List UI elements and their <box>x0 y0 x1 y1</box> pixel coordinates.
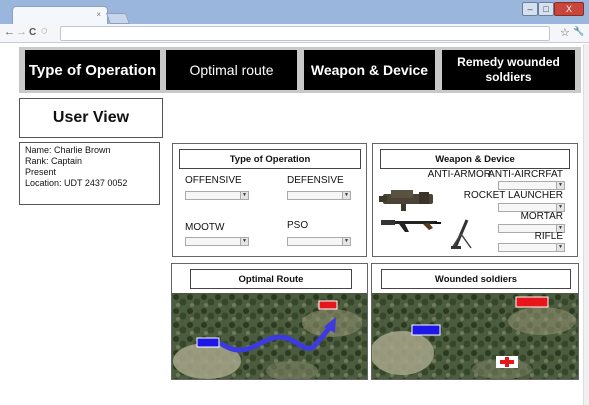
optimal-route-title: Optimal Route <box>190 269 352 289</box>
user-status: Present <box>25 167 57 177</box>
rifle-label: RIFLE <box>534 231 563 242</box>
address-bar[interactable] <box>60 26 550 41</box>
wounded-soldiers-panel: Wounded soldiers <box>371 263 579 380</box>
chevron-down-icon: ▼ <box>240 238 248 245</box>
mootw-label: MOOTW <box>185 222 225 233</box>
rifle-icon <box>381 220 441 232</box>
anti-armor-label: ANTI-ARMOR <box>427 169 491 180</box>
left-edge <box>0 44 15 405</box>
chevron-down-icon: ▼ <box>556 244 564 251</box>
mortar-icon <box>451 219 472 249</box>
type-of-operation-panel: Type of Operation OFFENSIVE ▼ DEFENSIVE … <box>172 143 367 257</box>
nav-type-of-operation[interactable]: Type of Operation <box>25 50 160 90</box>
anti-aircraft-label: ANTI-AIRCRFAT <box>488 169 563 180</box>
user-rank: Rank: Captain <box>25 156 83 166</box>
pso-label: PSO <box>287 220 309 231</box>
nav-optimal-route[interactable]: Optimal route <box>166 50 297 90</box>
minimize-button[interactable]: – <box>522 2 538 16</box>
tab-close-icon[interactable]: × <box>96 10 101 19</box>
mortar-label: MORTAR <box>520 211 563 222</box>
optimal-route-panel: Optimal Route <box>171 263 368 380</box>
friendly-unit-marker[interactable] <box>196 337 220 348</box>
optimal-route-map[interactable] <box>172 293 367 379</box>
chevron-down-icon: ▼ <box>556 182 564 189</box>
main-nav: Type of Operation Optimal route Weapon &… <box>19 47 581 93</box>
offensive-dropdown[interactable]: ▼ <box>185 191 249 200</box>
pso-dropdown[interactable]: ▼ <box>287 237 351 246</box>
vertical-scrollbar[interactable] <box>583 44 589 405</box>
chevron-down-icon: ▼ <box>240 192 248 199</box>
maximize-button[interactable]: □ <box>538 2 554 16</box>
user-info-panel: Name: Charlie Brown Rank: Captain Presen… <box>19 142 160 205</box>
bookmark-star-icon[interactable]: ☆ <box>560 26 570 39</box>
user-view-title: User View <box>19 98 163 138</box>
page-icon: ◌ <box>41 25 48 37</box>
nav-weapon-device[interactable]: Weapon & Device <box>304 50 435 90</box>
anti-armor-launcher-icon <box>379 190 433 211</box>
chevron-down-icon: ▼ <box>342 238 350 245</box>
browser-toolbar: ← → C ◌ ☆ 🔧 <box>0 24 589 43</box>
anti-aircraft-dropdown[interactable]: ▼ <box>498 181 565 190</box>
weapon-device-panel: Weapon & Device ANTI-ARMOR ANTI-AIRCRFAT… <box>372 143 578 257</box>
user-location: Location: UDT 2437 0052 <box>25 178 128 188</box>
browser-tab-strip: × – □ X <box>0 0 589 27</box>
weapon-device-title: Weapon & Device <box>380 149 570 169</box>
wrench-icon[interactable]: 🔧 <box>573 26 584 37</box>
objective-marker[interactable] <box>318 300 338 310</box>
medical-cross-icon[interactable] <box>496 356 518 368</box>
offensive-label: OFFENSIVE <box>185 175 242 186</box>
reload-icon[interactable]: C <box>29 27 36 38</box>
defensive-label: DEFENSIVE <box>287 175 344 186</box>
wounded-soldiers-title: Wounded soldiers <box>381 269 571 289</box>
chevron-down-icon: ▼ <box>342 192 350 199</box>
rocket-launcher-label: ROCKET LAUNCHER <box>463 190 563 201</box>
chevron-down-icon: ▼ <box>556 204 564 211</box>
back-icon[interactable]: ← <box>4 26 15 38</box>
new-tab-button[interactable] <box>105 13 131 24</box>
friendly-unit-marker[interactable] <box>411 324 441 336</box>
close-window-button[interactable]: X <box>554 2 584 16</box>
defensive-dropdown[interactable]: ▼ <box>287 191 351 200</box>
user-name: Name: Charlie Brown <box>25 145 111 155</box>
casualty-marker[interactable] <box>515 296 549 308</box>
wounded-soldiers-map[interactable] <box>372 293 578 379</box>
forward-icon[interactable]: → <box>16 26 27 38</box>
type-of-operation-title: Type of Operation <box>179 149 361 169</box>
nav-remedy-wounded-soldiers[interactable]: Remedy wounded soldiers <box>442 50 575 90</box>
rifle-dropdown[interactable]: ▼ <box>498 243 565 252</box>
mootw-dropdown[interactable]: ▼ <box>185 237 249 246</box>
